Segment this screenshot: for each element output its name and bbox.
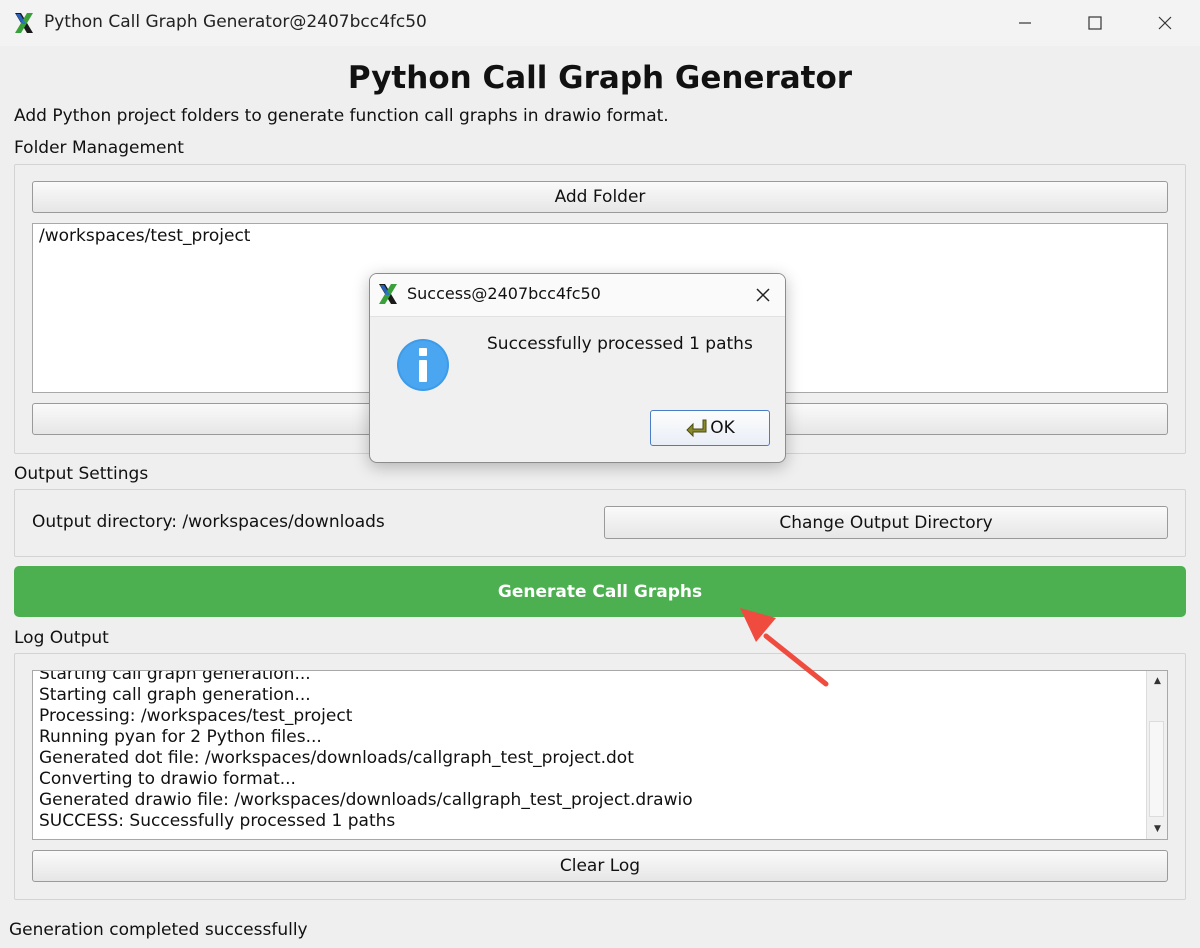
minimize-button[interactable] [990,0,1060,46]
minimize-icon [1019,22,1031,24]
log-output-label: Log Output [14,628,109,648]
log-line: Converting to drawio format... [39,769,296,789]
close-icon [1158,16,1172,30]
app-logo-icon [15,13,33,33]
scrollbar-thumb[interactable] [1149,721,1164,817]
output-settings-label: Output Settings [14,464,149,484]
page-subtitle: Add Python project folders to generate f… [14,106,669,126]
close-icon [756,288,770,302]
scroll-down-arrow-icon[interactable]: ▼ [1148,819,1167,838]
success-dialog: Success@2407bcc4fc50 Successfully proces… [369,273,786,463]
ok-button[interactable]: OK [650,410,770,446]
close-button[interactable] [1130,0,1200,46]
log-line: Processing: /workspaces/test_project [39,706,353,726]
add-folder-button[interactable]: Add Folder [32,181,1168,213]
maximize-icon [1088,16,1102,30]
maximize-button[interactable] [1060,0,1130,46]
info-icon [397,339,449,391]
dialog-close-button[interactable] [742,274,784,316]
window-titlebar: Python Call Graph Generator@2407bcc4fc50 [0,0,1200,46]
generate-call-graphs-button[interactable]: Generate Call Graphs [14,566,1186,617]
status-bar-text: Generation completed successfully [9,920,308,940]
output-directory-text: Output directory: /workspaces/downloads [32,512,385,532]
ok-button-label: OK [710,418,735,438]
window-title: Python Call Graph Generator@2407bcc4fc50 [44,12,427,32]
log-line: Running pyan for 2 Python files... [39,727,322,747]
log-textarea[interactable]: Starting call graph generation... Starti… [32,670,1168,840]
clear-log-button[interactable]: Clear Log [32,850,1168,882]
log-line: Generated drawio file: /workspaces/downl… [39,790,693,810]
log-line: Generated dot file: /workspaces/download… [39,748,634,768]
enter-arrow-icon [686,419,707,437]
log-line: SUCCESS: Successfully processed 1 paths [39,811,396,831]
log-scrollbar[interactable]: ▲ ▼ [1146,671,1167,839]
log-lines: Starting call graph generation... Starti… [39,670,1139,832]
log-line: Starting call graph generation... [39,670,311,684]
annotation-arrow-icon [740,608,829,687]
log-line: Starting call graph generation... [39,685,311,705]
dialog-message: Successfully processed 1 paths [487,334,753,354]
scroll-up-arrow-icon[interactable]: ▲ [1148,671,1167,690]
change-output-directory-button[interactable]: Change Output Directory [604,506,1168,539]
app-logo-icon [379,284,397,304]
dialog-title: Success@2407bcc4fc50 [407,284,601,303]
page-title: Python Call Graph Generator [347,60,853,96]
folder-management-label: Folder Management [14,138,184,158]
dialog-titlebar: Success@2407bcc4fc50 [370,274,785,317]
folder-list-item[interactable]: /workspaces/test_project [39,226,250,246]
